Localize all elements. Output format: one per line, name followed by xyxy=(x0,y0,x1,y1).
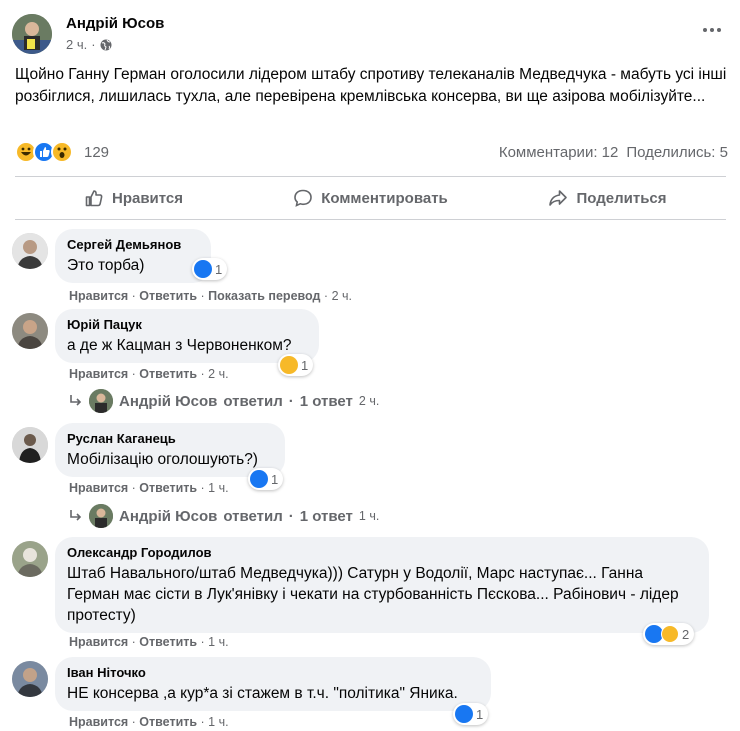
comment-reactions[interactable]: 2 xyxy=(643,623,695,645)
more-icon[interactable] xyxy=(698,20,726,40)
avatar[interactable] xyxy=(12,661,48,697)
avatar[interactable] xyxy=(12,233,48,269)
share-button[interactable]: Поделиться xyxy=(489,178,726,218)
comment-author[interactable]: Іван Ніточко xyxy=(67,665,479,681)
comment-like-link[interactable]: Нравится xyxy=(69,481,128,495)
shares-count[interactable]: Поделились: 5 xyxy=(626,144,728,161)
comments-count[interactable]: Комментарии: 12 xyxy=(499,144,619,161)
reply-label: ответил xyxy=(223,507,283,525)
post-text: Щойно Ганну Герман оголосили лідером шта… xyxy=(15,66,727,105)
comment-actions: Нравится · Ответить · 1 ч. xyxy=(69,635,229,649)
post-author-name[interactable]: Андрій Юсов xyxy=(66,15,164,32)
comment-actions: Нравится · Ответить · 1 ч. xyxy=(69,715,229,729)
comment-bubble: Руслан Каганець Мобілізацію оголошують?) xyxy=(55,423,285,477)
reply-time: 1 ч. xyxy=(358,509,380,523)
comment-actions: Нравится · Ответить · 2 ч. xyxy=(69,367,229,381)
avatar xyxy=(89,504,113,528)
reply-count: 1 ответ xyxy=(299,507,353,525)
comment-button[interactable]: Комментировать xyxy=(252,178,489,218)
comment-bubble: Сергей Демьянов Это торба) xyxy=(55,229,211,283)
reply-arrow-icon xyxy=(70,510,82,521)
avatar[interactable] xyxy=(12,427,48,463)
reaction-count[interactable]: 129 xyxy=(84,144,109,161)
comment-time[interactable]: 2 ч. xyxy=(332,289,352,303)
comment-bubble: Олександр Городилов Штаб Навального/штаб… xyxy=(55,537,709,633)
comment-time[interactable]: 2 ч. xyxy=(208,367,228,381)
like-label: Нравится xyxy=(111,189,184,207)
avatar[interactable] xyxy=(12,541,48,577)
reply-label: ответил xyxy=(223,392,283,410)
comment-reactions[interactable]: 1 xyxy=(192,258,228,280)
comment-reply-link[interactable]: Ответить xyxy=(139,715,197,729)
comment-reactions[interactable]: 1 xyxy=(278,354,314,376)
post-header: Андрій Юсов 2 ч. · xyxy=(12,12,728,58)
comment-reply-link[interactable]: Ответить xyxy=(139,367,197,381)
reply-arrow-icon xyxy=(70,395,82,406)
avatar[interactable] xyxy=(12,313,48,349)
comment-actions: Нравится · Ответить · 1 ч. xyxy=(69,481,229,495)
comment-reactions[interactable]: 1 xyxy=(453,703,489,725)
comment-time[interactable]: 1 ч. xyxy=(208,715,228,729)
comment-icon xyxy=(294,189,313,207)
reply-author: Андрій Юсов xyxy=(119,392,218,410)
comment-like-link[interactable]: Нравится xyxy=(69,289,128,303)
comment-bubble: Юрій Пацук а де ж Кацман з Червоненком? xyxy=(55,309,319,363)
comment-text: НЕ консерва ,а кур*а зі стажем в т.ч. "п… xyxy=(67,685,458,702)
reply-count: 1 ответ xyxy=(299,392,353,410)
comment-bubble: Іван Ніточко НЕ консерва ,а кур*а зі ста… xyxy=(55,657,491,711)
comment-reply-link[interactable]: Ответить xyxy=(139,481,197,495)
haha-reaction-icon xyxy=(280,356,298,374)
divider xyxy=(15,219,726,220)
post-time[interactable]: 2 ч. xyxy=(66,37,87,52)
comment-text: Это торба) xyxy=(67,257,145,274)
comment-time[interactable]: 1 ч. xyxy=(208,481,228,495)
avatar xyxy=(89,389,113,413)
wow-reaction-icon xyxy=(51,141,73,163)
share-label: Поделиться xyxy=(576,189,667,207)
reaction-icons[interactable] xyxy=(15,141,73,163)
like-icon xyxy=(85,190,103,207)
like-reaction-icon xyxy=(455,705,473,723)
comment-reaction-count: 2 xyxy=(682,626,690,642)
comment-label: Комментировать xyxy=(321,189,448,207)
comment-author[interactable]: Сергей Демьянов xyxy=(67,237,199,253)
comment-reaction-count: 1 xyxy=(271,471,279,487)
author-avatar[interactable] xyxy=(12,14,52,54)
post-meta: 2 ч. · xyxy=(66,37,112,52)
comment-author[interactable]: Руслан Каганець xyxy=(67,431,273,447)
comment-reply-link[interactable]: Ответить xyxy=(139,635,197,649)
comment-text: а де ж Кацман з Червоненком? xyxy=(67,337,292,354)
divider xyxy=(15,176,726,177)
share-icon xyxy=(549,190,568,206)
comment-text: Штаб Навального/штаб Медведчука))) Сатур… xyxy=(67,565,679,624)
post-counts: Комментарии: 12 Поделились: 5 xyxy=(499,144,728,161)
comment-author[interactable]: Олександр Городилов xyxy=(67,545,697,561)
comment-reaction-count: 1 xyxy=(215,261,223,277)
haha-reaction-icon xyxy=(661,625,679,643)
replies-link[interactable]: Андрій Юсов ответил · 1 ответ 1 ч. xyxy=(69,504,379,528)
comment-like-link[interactable]: Нравится xyxy=(69,367,128,381)
reply-author: Андрій Юсов xyxy=(119,507,218,525)
comment-reactions[interactable]: 1 xyxy=(248,468,284,490)
reactions-row: 129 Комментарии: 12 Поделились: 5 xyxy=(15,140,728,166)
like-button[interactable]: Нравится xyxy=(15,178,252,218)
comment-author[interactable]: Юрій Пацук xyxy=(67,317,307,333)
comment-time[interactable]: 1 ч. xyxy=(208,635,228,649)
comment-reply-link[interactable]: Ответить xyxy=(139,289,197,303)
globe-icon xyxy=(100,39,112,50)
comment-like-link[interactable]: Нравится xyxy=(69,715,128,729)
comment-like-link[interactable]: Нравится xyxy=(69,635,128,649)
comment-reaction-count: 1 xyxy=(476,706,484,722)
comment-actions: Нравится · Ответить · Показать перевод ·… xyxy=(69,289,352,303)
comment-reaction-count: 1 xyxy=(301,357,309,373)
reply-time: 2 ч. xyxy=(358,394,380,408)
like-reaction-icon xyxy=(194,260,212,278)
action-bar: Нравится Комментировать Поделиться xyxy=(15,178,726,218)
comment-text: Мобілізацію оголошують?) xyxy=(67,451,258,468)
show-translation-link[interactable]: Показать перевод xyxy=(208,289,320,303)
like-reaction-icon xyxy=(250,470,268,488)
replies-link[interactable]: Андрій Юсов ответил · 1 ответ 2 ч. xyxy=(69,389,379,413)
